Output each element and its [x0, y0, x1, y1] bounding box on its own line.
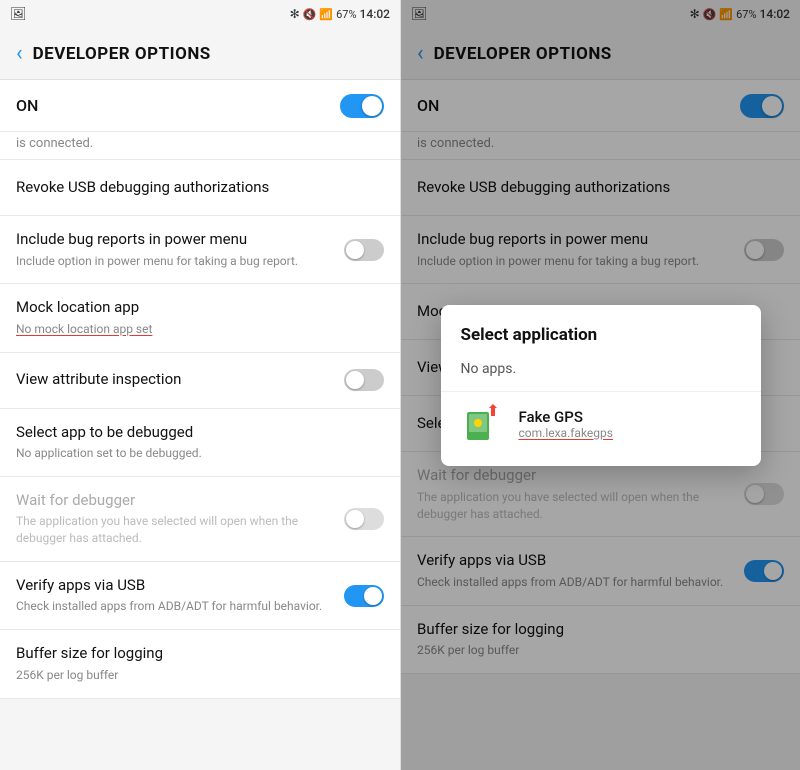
mute-icon: 🔇 — [303, 8, 317, 21]
left-item-select-debug-app-subtitle: No application set to be debugged. — [16, 445, 384, 462]
left-content: is connected. Revoke USB debugging autho… — [0, 132, 400, 770]
left-item-bug-reports-subtitle: Include option in power menu for taking … — [16, 253, 336, 270]
left-item-mock-location[interactable]: Mock location app No mock location app s… — [0, 284, 400, 352]
left-item-select-debug-app-content: Select app to be debugged No application… — [16, 423, 384, 462]
right-phone-panel: 🖼 ✻ 🔇 📶 67% 14:02 ‹ DEVELOPER OPTIONS ON… — [400, 0, 800, 770]
signal-icon: 📶 — [319, 8, 333, 21]
notification-icon: 🖼 — [10, 7, 27, 22]
left-back-button[interactable]: ‹ — [16, 43, 23, 65]
fake-gps-name: Fake GPS — [519, 408, 741, 426]
left-status-icons-right: ✻ 🔇 📶 67% 14:02 — [290, 7, 390, 21]
left-item-buffer-size-subtitle: 256K per log buffer — [16, 667, 384, 684]
modal-no-apps-text: No apps. — [441, 359, 761, 391]
left-item-verify-usb-toggle-thumb — [364, 587, 382, 605]
left-item-view-attribute-content: View attribute inspection — [16, 370, 336, 390]
time-display: 14:02 — [360, 7, 390, 21]
left-item-verify-usb-title: Verify apps via USB — [16, 576, 336, 596]
left-status-icons-left: 🖼 — [10, 7, 27, 22]
left-item-wait-debugger-title: Wait for debugger — [16, 491, 336, 511]
left-item-bug-reports-toggle[interactable] — [344, 239, 384, 261]
left-item-select-debug-app[interactable]: Select app to be debugged No application… — [0, 409, 400, 477]
left-item-view-attribute-toggle[interactable] — [344, 369, 384, 391]
select-application-dialog: Select application No apps. Fake GPS com… — [441, 305, 761, 466]
left-phone-panel: 🖼 ✻ 🔇 📶 67% 14:02 ‹ DEVELOPER OPTIONS ON… — [0, 0, 400, 770]
bluetooth-icon: ✻ — [290, 7, 300, 21]
left-item-bug-reports-toggle-thumb — [346, 241, 364, 259]
left-item-bug-reports[interactable]: Include bug reports in power menu Includ… — [0, 216, 400, 284]
left-item-view-attribute-toggle-thumb — [346, 371, 364, 389]
left-on-toggle-thumb — [362, 96, 382, 116]
left-item-mock-location-subtitle: No mock location app set — [16, 321, 384, 338]
left-connected-text: is connected. — [0, 132, 400, 160]
left-item-mock-location-title: Mock location app — [16, 298, 384, 318]
left-on-label: ON — [16, 96, 38, 115]
left-item-verify-usb-subtitle: Check installed apps from ADB/ADT for ha… — [16, 598, 336, 615]
left-item-wait-debugger-toggle — [344, 508, 384, 530]
left-on-row: ON — [0, 80, 400, 132]
left-item-view-attribute-title: View attribute inspection — [16, 370, 336, 390]
battery-text: 67% — [336, 8, 356, 21]
left-item-buffer-size[interactable]: Buffer size for logging 256K per log buf… — [0, 630, 400, 698]
fake-gps-package: com.lexa.fakegps — [519, 426, 741, 440]
left-item-mock-location-content: Mock location app No mock location app s… — [16, 298, 384, 337]
left-item-verify-usb-toggle[interactable] — [344, 585, 384, 607]
fake-gps-info: Fake GPS com.lexa.fakegps — [519, 408, 741, 440]
left-item-view-attribute[interactable]: View attribute inspection — [0, 353, 400, 409]
left-item-wait-debugger: Wait for debugger The application you ha… — [0, 477, 400, 562]
left-item-wait-debugger-toggle-thumb — [346, 510, 364, 528]
left-item-wait-debugger-subtitle: The application you have selected will o… — [16, 513, 336, 547]
left-item-revoke-usb-title: Revoke USB debugging authorizations — [16, 178, 384, 198]
left-on-toggle[interactable] — [340, 94, 384, 118]
left-item-wait-debugger-content: Wait for debugger The application you ha… — [16, 491, 336, 547]
left-item-bug-reports-title: Include bug reports in power menu — [16, 230, 336, 250]
left-item-verify-usb-content: Verify apps via USB Check installed apps… — [16, 576, 336, 615]
fake-gps-icon — [461, 402, 505, 446]
modal-title: Select application — [441, 325, 761, 359]
left-item-select-debug-app-title: Select app to be debugged — [16, 423, 384, 443]
left-item-revoke-usb-content: Revoke USB debugging authorizations — [16, 178, 384, 198]
modal-fake-gps-item[interactable]: Fake GPS com.lexa.fakegps — [441, 391, 761, 456]
left-item-bug-reports-content: Include bug reports in power menu Includ… — [16, 230, 336, 269]
left-item-buffer-size-title: Buffer size for logging — [16, 644, 384, 664]
left-status-bar: 🖼 ✻ 🔇 📶 67% 14:02 — [0, 0, 400, 28]
modal-overlay[interactable]: Select application No apps. Fake GPS com… — [401, 0, 800, 770]
left-item-buffer-size-content: Buffer size for logging 256K per log buf… — [16, 644, 384, 683]
left-item-revoke-usb[interactable]: Revoke USB debugging authorizations — [0, 160, 400, 216]
left-header: ‹ DEVELOPER OPTIONS — [0, 28, 400, 80]
left-item-verify-usb[interactable]: Verify apps via USB Check installed apps… — [0, 562, 400, 630]
left-page-title: DEVELOPER OPTIONS — [33, 44, 211, 64]
